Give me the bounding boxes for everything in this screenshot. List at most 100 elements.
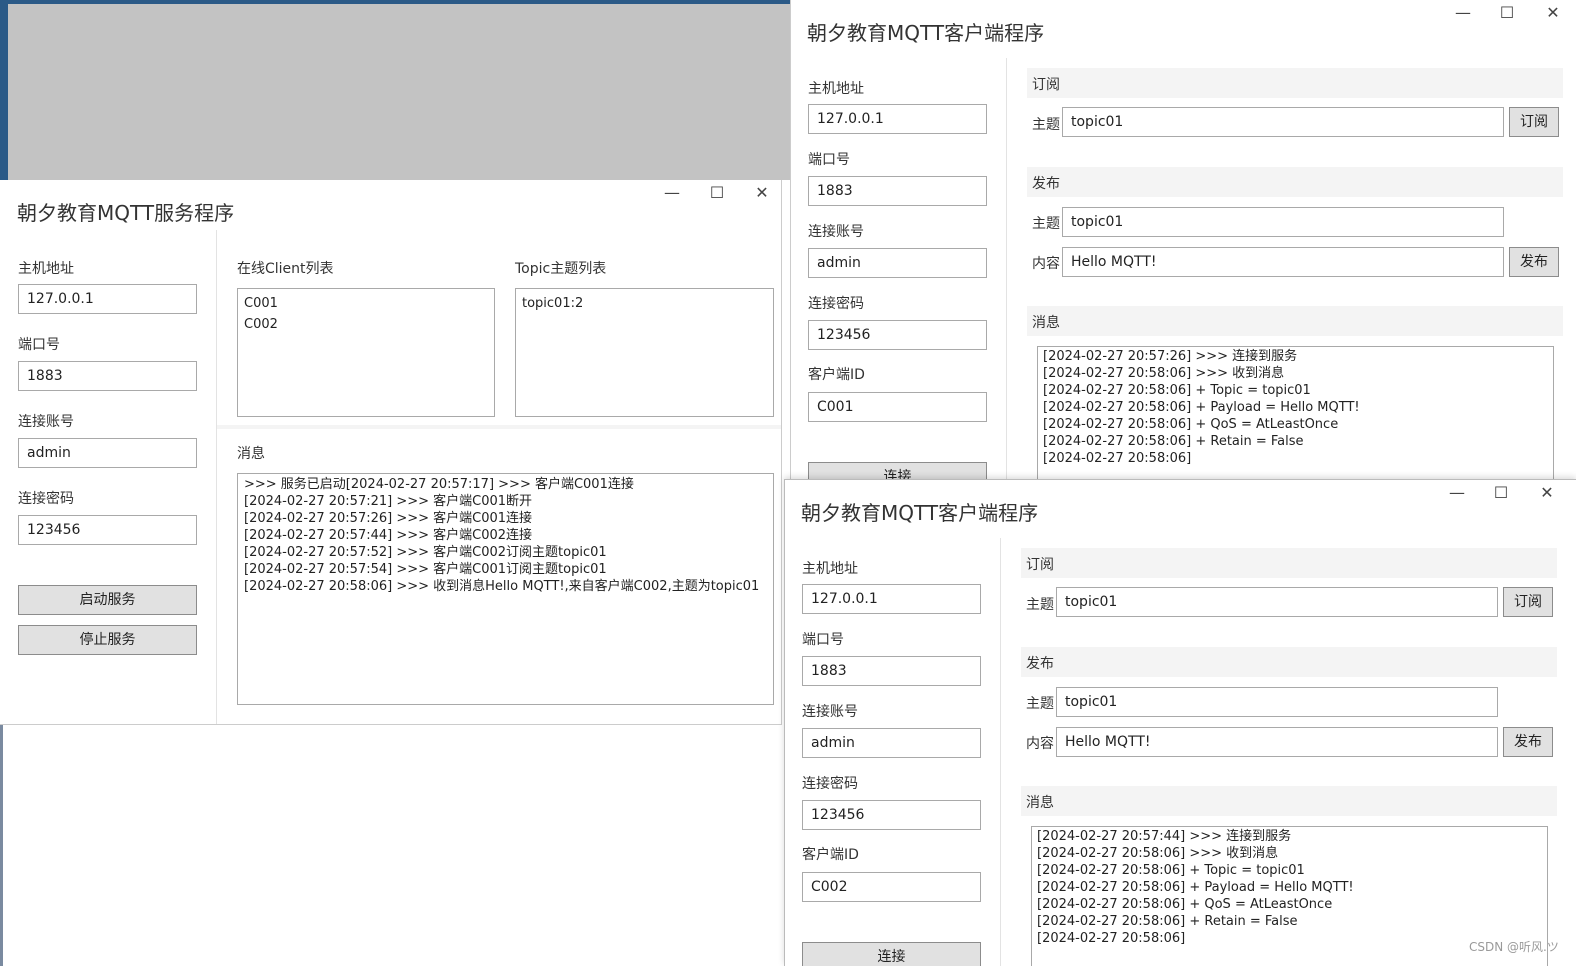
subscribe-button[interactable]: 订阅 xyxy=(1503,587,1553,617)
subscribe-topic-input[interactable]: topic01 xyxy=(1062,107,1504,137)
server-window: 朝夕教育MQTT服务程序 — ☐ ✕ 主机地址 127.0.0.1 端口号 18… xyxy=(0,180,782,725)
log-line: [2024-02-27 20:58:06] xyxy=(1037,931,1186,946)
maximize-button[interactable]: ☐ xyxy=(705,181,729,205)
account-input[interactable]: admin xyxy=(808,248,987,278)
publish-header-band xyxy=(1021,647,1557,677)
publish-content-label: 内容 xyxy=(1026,736,1054,752)
password-label: 连接密码 xyxy=(802,776,858,792)
close-button[interactable]: ✕ xyxy=(750,181,774,205)
messages-log[interactable]: [2024-02-27 20:57:26] >>> 连接到服务 [2024-02… xyxy=(1037,346,1554,480)
subscribe-topic-input[interactable]: topic01 xyxy=(1056,587,1498,617)
port-input[interactable]: 1883 xyxy=(18,361,197,391)
minimize-button[interactable]: — xyxy=(1451,1,1475,25)
subscribe-topic-label: 主题 xyxy=(1026,597,1054,613)
subscribe-button[interactable]: 订阅 xyxy=(1509,107,1559,137)
maximize-button[interactable]: ☐ xyxy=(1495,1,1519,25)
client-item[interactable]: C001 xyxy=(244,293,488,314)
window-title: 朝夕教育MQTT客户端程序 xyxy=(801,501,1039,525)
messages-log[interactable]: >>> 服务已启动[2024-02-27 20:57:17] >>> 客户端C0… xyxy=(237,473,774,705)
log-line: [2024-02-27 20:58:06] + Payload = Hello … xyxy=(1037,880,1354,895)
publish-button[interactable]: 发布 xyxy=(1509,247,1559,277)
account-input[interactable]: admin xyxy=(18,438,197,468)
host-label: 主机地址 xyxy=(802,561,858,577)
log-line: [2024-02-27 20:58:06] >>> 收到消息 xyxy=(1037,846,1279,861)
log-line: [2024-02-27 20:57:44] >>> 连接到服务 xyxy=(1037,829,1292,844)
account-label: 连接账号 xyxy=(18,414,74,430)
log-line: [2024-02-27 20:58:06] >>> 收到消息 xyxy=(1043,366,1285,381)
start-service-button[interactable]: 启动服务 xyxy=(18,585,197,615)
messages-label: 消息 xyxy=(1032,315,1060,331)
close-button[interactable]: ✕ xyxy=(1535,481,1559,505)
left-edge-strip xyxy=(0,725,3,966)
subscribe-header-band xyxy=(1021,548,1557,578)
log-line: [2024-02-27 20:57:44] >>> 客户端C002连接 xyxy=(244,528,533,543)
minimize-button[interactable]: — xyxy=(660,181,684,205)
publish-button[interactable]: 发布 xyxy=(1503,727,1553,757)
password-label: 连接密码 xyxy=(808,296,864,312)
log-line: [2024-02-27 20:57:26] >>> 客户端C001连接 xyxy=(244,511,533,526)
blank-gray-area xyxy=(8,4,790,180)
connect-button[interactable]: 连接 xyxy=(808,462,987,480)
account-label: 连接账号 xyxy=(802,704,858,720)
desktop-strip xyxy=(0,0,8,180)
port-input[interactable]: 1883 xyxy=(802,656,981,686)
log-line: [2024-02-27 20:57:54] >>> 客户端C001订阅主题top… xyxy=(244,562,607,577)
log-line: [2024-02-27 20:58:06] + QoS = AtLeastOnc… xyxy=(1037,897,1333,912)
messages-header-band xyxy=(1021,786,1557,816)
publish-content-input[interactable]: Hello MQTT! xyxy=(1056,727,1498,757)
client-id-input[interactable]: C001 xyxy=(808,392,987,422)
messages-label: 消息 xyxy=(1026,795,1054,811)
connect-button[interactable]: 连接 xyxy=(802,942,981,966)
window-title: 朝夕教育MQTT客户端程序 xyxy=(807,21,1045,45)
watermark: CSDN @听风.ツ xyxy=(1469,940,1559,954)
maximize-button[interactable]: ☐ xyxy=(1489,481,1513,505)
host-input[interactable]: 127.0.0.1 xyxy=(18,284,197,314)
client-window-c001: 朝夕教育MQTT客户端程序 — ☐ ✕ 主机地址 127.0.0.1 端口号 1… xyxy=(790,0,1576,480)
client-item[interactable]: C002 xyxy=(244,314,488,335)
host-input[interactable]: 127.0.0.1 xyxy=(808,104,987,134)
log-line: [2024-02-27 20:58:06] + Topic = topic01 xyxy=(1043,383,1311,398)
publish-content-label: 内容 xyxy=(1032,256,1060,272)
log-line: [2024-02-27 20:58:06] + Payload = Hello … xyxy=(1043,400,1360,415)
publish-content-input[interactable]: Hello MQTT! xyxy=(1062,247,1504,277)
minimize-button[interactable]: — xyxy=(1445,481,1469,505)
password-label: 连接密码 xyxy=(18,491,74,507)
port-label: 端口号 xyxy=(808,152,850,168)
log-line: [2024-02-27 20:58:06] >>> 收到消息Hello MQTT… xyxy=(244,579,760,594)
publish-topic-label: 主题 xyxy=(1026,696,1054,712)
password-input[interactable]: 123456 xyxy=(808,320,987,350)
password-input[interactable]: 123456 xyxy=(18,515,197,545)
publish-topic-input[interactable]: topic01 xyxy=(1056,687,1498,717)
stop-service-button[interactable]: 停止服务 xyxy=(18,625,197,655)
log-line: [2024-02-27 20:58:06] + QoS = AtLeastOnc… xyxy=(1043,417,1339,432)
messages-label: 消息 xyxy=(237,446,265,462)
client-id-label: 客户端ID xyxy=(808,367,865,383)
topics-label: Topic主题列表 xyxy=(515,261,607,277)
account-label: 连接账号 xyxy=(808,224,864,240)
section-divider xyxy=(217,425,781,429)
subscribe-header: 订阅 xyxy=(1032,77,1060,93)
log-line: [2024-02-27 20:57:52] >>> 客户端C002订阅主题top… xyxy=(244,545,607,560)
password-input[interactable]: 123456 xyxy=(802,800,981,830)
messages-header-band xyxy=(1027,306,1563,336)
panel-divider xyxy=(216,230,217,724)
online-clients-list[interactable]: C001 C002 xyxy=(237,288,495,417)
topics-list[interactable]: topic01:2 xyxy=(515,288,774,417)
subscribe-header: 订阅 xyxy=(1026,557,1054,573)
log-line: [2024-02-27 20:58:06] + Retain = False xyxy=(1037,914,1298,929)
publish-topic-input[interactable]: topic01 xyxy=(1062,207,1504,237)
client-id-input[interactable]: C002 xyxy=(802,872,981,902)
publish-header: 发布 xyxy=(1026,656,1054,672)
panel-divider xyxy=(1006,58,1007,480)
online-clients-label: 在线Client列表 xyxy=(237,261,334,277)
subscribe-topic-label: 主题 xyxy=(1032,117,1060,133)
log-line: [2024-02-27 20:57:26] >>> 连接到服务 xyxy=(1043,349,1298,364)
log-line: [2024-02-27 20:58:06] + Topic = topic01 xyxy=(1037,863,1305,878)
account-input[interactable]: admin xyxy=(802,728,981,758)
publish-header: 发布 xyxy=(1032,176,1060,192)
host-input[interactable]: 127.0.0.1 xyxy=(802,584,981,614)
port-input[interactable]: 1883 xyxy=(808,176,987,206)
log-line: [2024-02-27 20:57:21] >>> 客户端C001断开 xyxy=(244,494,533,509)
topic-item[interactable]: topic01:2 xyxy=(522,293,767,314)
close-button[interactable]: ✕ xyxy=(1541,1,1565,25)
